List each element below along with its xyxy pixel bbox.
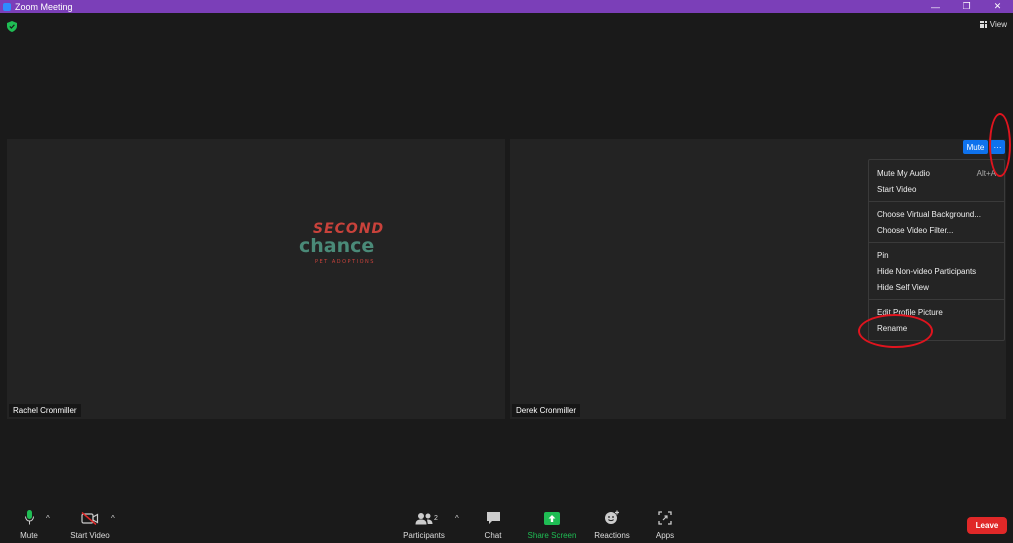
video-tile-rachel[interactable]: SECOND chance PET ADOPTIONS Rachel Cronm… — [7, 139, 505, 419]
security-shield-icon[interactable] — [7, 21, 17, 32]
share-screen-icon — [544, 512, 560, 525]
tile-mute-button[interactable]: Mute — [963, 140, 988, 154]
annotation-circle-more-button — [989, 113, 1011, 177]
participants-icon — [415, 513, 433, 525]
menu-divider — [869, 201, 1004, 202]
video-off-icon — [81, 512, 99, 525]
logo-line-2: chance — [299, 235, 375, 257]
mute-label: Mute — [20, 531, 38, 540]
meeting-toolbar: Mute ^ Start Video ^ Participants 2 ^ Ch… — [0, 505, 1013, 543]
mute-toolbar-button[interactable]: Mute — [17, 505, 41, 540]
apps-label: Apps — [655, 531, 675, 540]
window-title: Zoom Meeting — [15, 1, 73, 12]
annotation-circle-rename — [858, 314, 933, 348]
grid-view-icon — [979, 21, 987, 28]
view-button[interactable]: View — [979, 20, 1007, 29]
menu-item-video-filter[interactable]: Choose Video Filter... — [877, 226, 953, 235]
share-screen-label: Share Screen — [527, 531, 577, 540]
view-label: View — [989, 20, 1007, 29]
participant-name: Rachel Cronmiller — [9, 404, 81, 417]
video-options-caret[interactable]: ^ — [111, 514, 115, 523]
title-bar: Zoom Meeting — ❐ ✕ — [0, 0, 1013, 13]
minimize-button[interactable]: — — [920, 0, 951, 13]
chat-label: Chat — [484, 531, 502, 540]
zoom-app-icon — [3, 2, 11, 11]
close-button[interactable]: ✕ — [982, 0, 1013, 13]
chat-bubble-icon — [486, 512, 500, 524]
reactions-label: Reactions — [594, 531, 630, 540]
apps-button[interactable]: Apps — [653, 505, 677, 540]
reactions-button[interactable]: Reactions — [592, 505, 632, 540]
menu-divider — [869, 242, 1004, 243]
microphone-icon — [24, 510, 34, 525]
participants-label: Participants — [403, 531, 445, 540]
menu-item-start-video[interactable]: Start Video — [877, 185, 916, 194]
reactions-smiley-icon — [605, 510, 619, 524]
share-screen-button[interactable]: Share Screen — [527, 505, 577, 540]
menu-item-hide-self-view[interactable]: Hide Self View — [877, 283, 929, 292]
menu-item-hide-non-video[interactable]: Hide Non-video Participants — [877, 267, 976, 276]
menu-item-pin[interactable]: Pin — [877, 251, 889, 260]
menu-divider — [869, 299, 1004, 300]
menu-item-mute-my-audio[interactable]: Mute My Audio — [877, 169, 930, 178]
start-video-button[interactable]: Start Video — [67, 505, 113, 540]
audio-options-caret[interactable]: ^ — [46, 514, 50, 523]
logo-line-3: PET ADOPTIONS — [315, 259, 375, 265]
participants-button[interactable]: Participants — [401, 505, 447, 540]
window-controls: — ❐ ✕ — [920, 0, 1013, 13]
participant-name: Derek Cronmiller — [512, 404, 581, 417]
chat-button[interactable]: Chat — [481, 505, 505, 540]
participants-count: 2 — [434, 515, 438, 522]
second-chance-logo: SECOND chance PET ADOPTIONS — [299, 221, 383, 269]
menu-item-virtual-background[interactable]: Choose Virtual Background... — [877, 210, 981, 219]
apps-icon — [658, 511, 672, 525]
start-video-label: Start Video — [70, 531, 110, 540]
restore-button[interactable]: ❐ — [951, 0, 982, 13]
participants-options-caret[interactable]: ^ — [455, 514, 459, 523]
leave-button[interactable]: Leave — [967, 517, 1007, 534]
